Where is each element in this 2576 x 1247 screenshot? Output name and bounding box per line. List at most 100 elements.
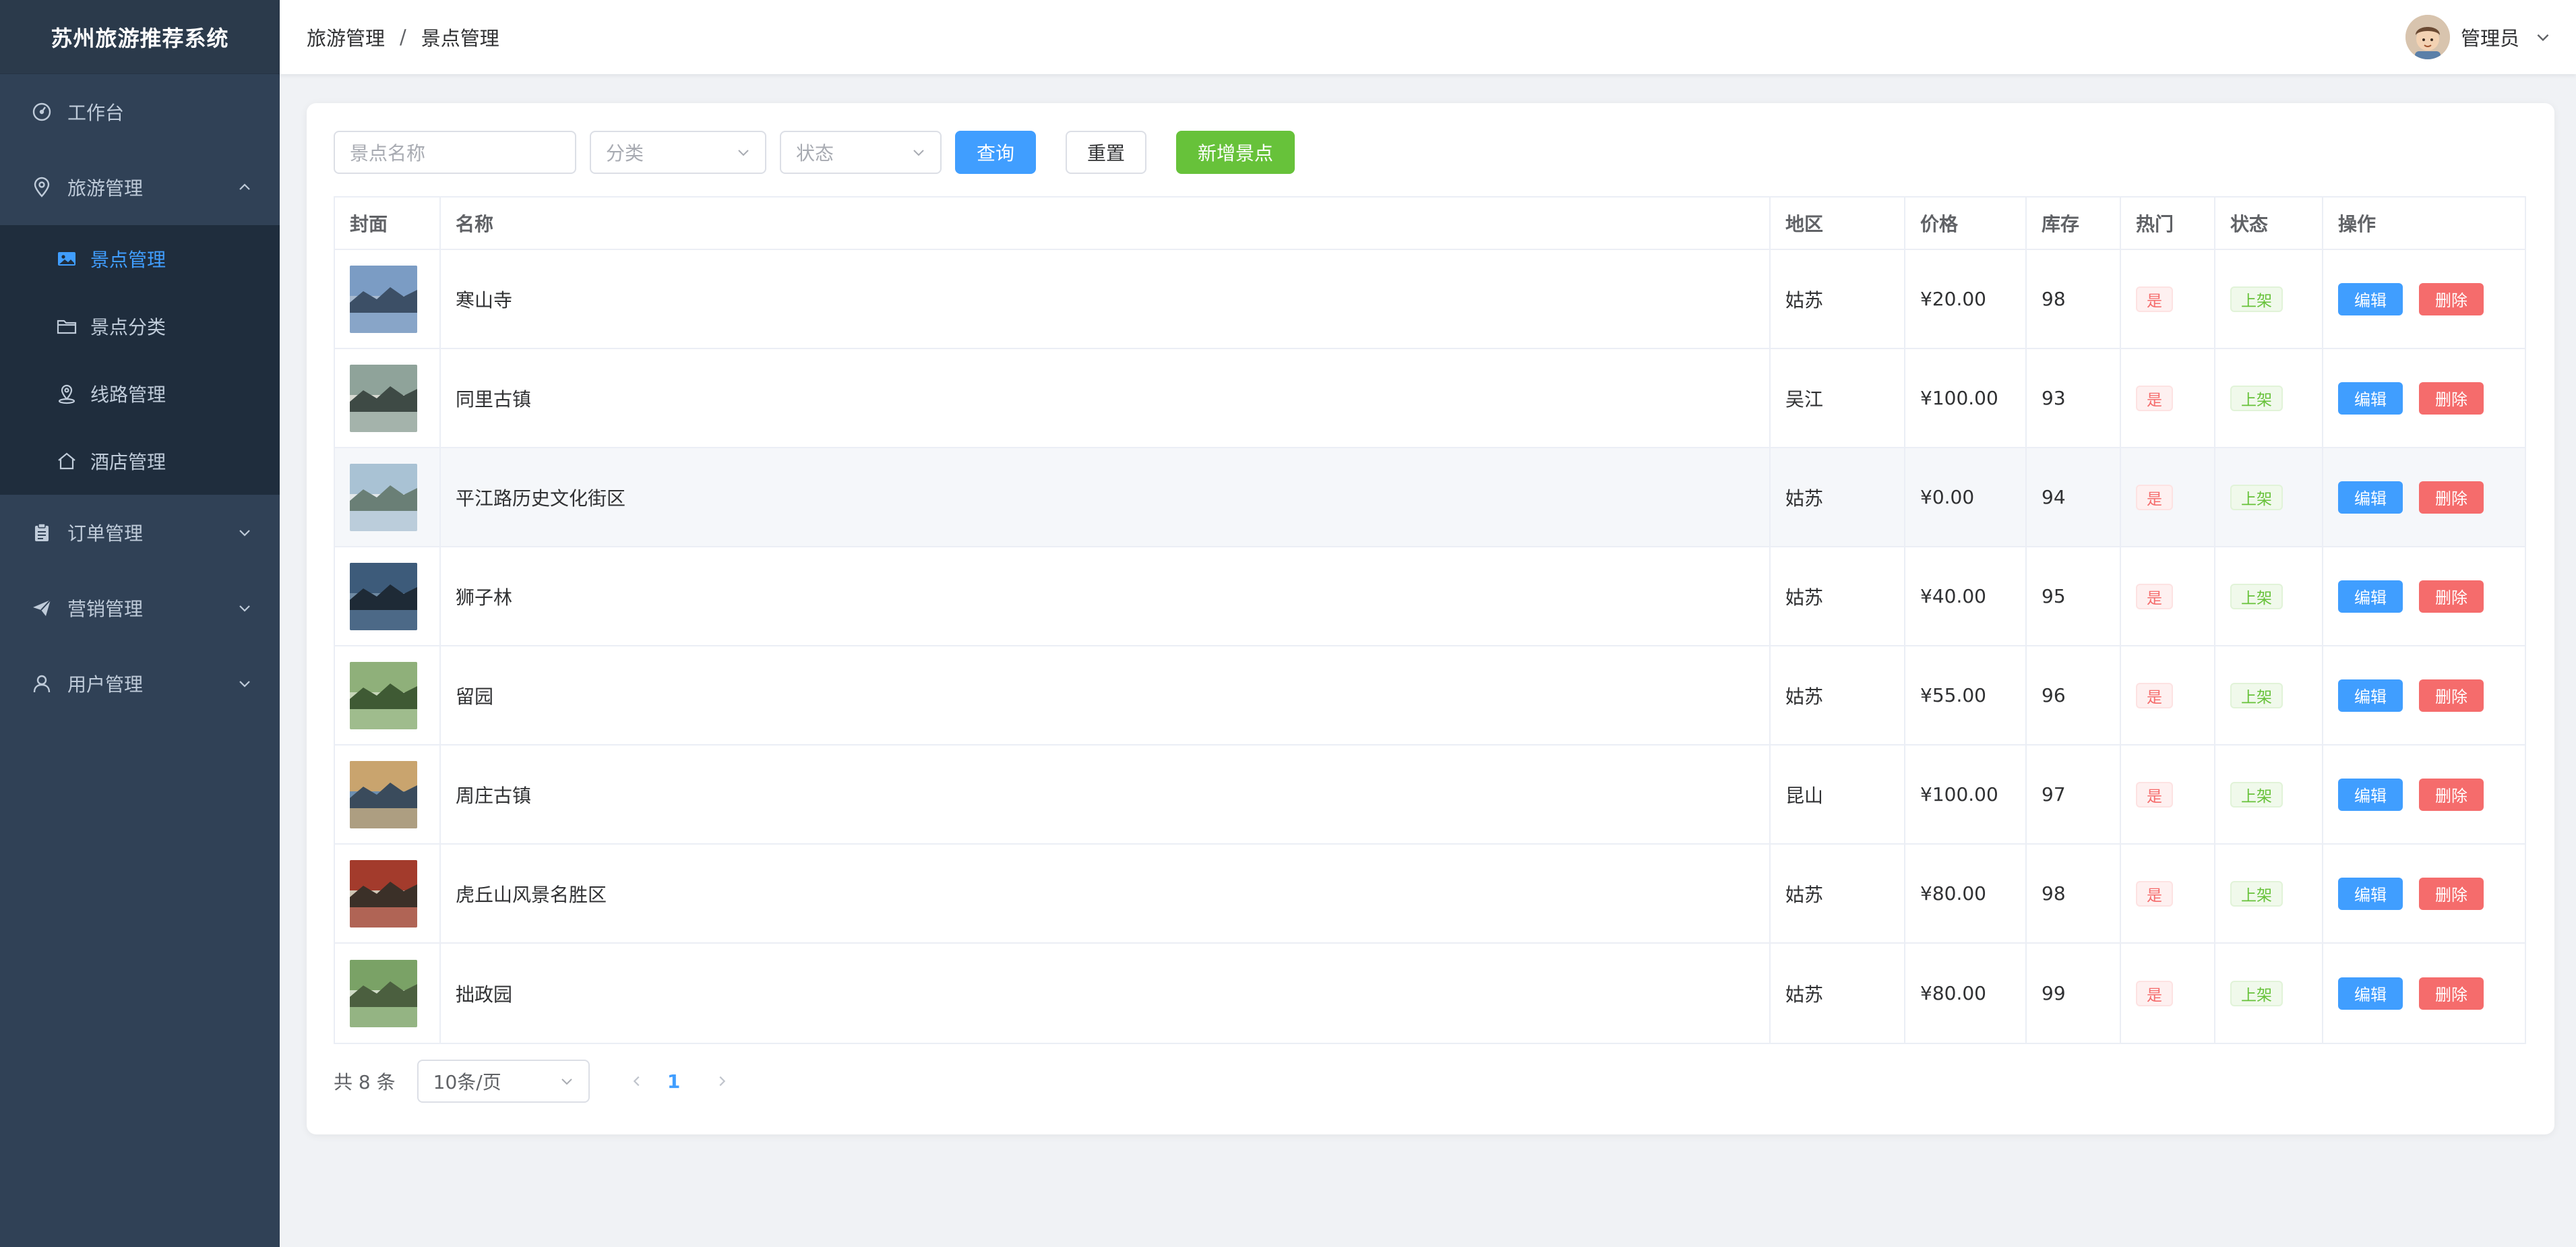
hot-cell: 是 [2121, 547, 2215, 645]
actions-cell: 编辑 删除 [2323, 448, 2525, 546]
column-header-area: 地区 [1771, 197, 1905, 249]
sidebar-submenu-travel: 景点管理 景点分类 线路管理 酒店管理 [0, 225, 280, 495]
stock-cell: 96 [2027, 646, 2121, 744]
area-cell: 吴江 [1771, 349, 1905, 447]
route-pin-icon [55, 382, 78, 405]
edit-button[interactable]: 编辑 [2338, 282, 2403, 315]
cover-cell [335, 250, 441, 348]
cover-cell [335, 448, 441, 546]
area-cell: 姑苏 [1771, 845, 1905, 942]
avatar [2405, 15, 2450, 59]
sidebar-item-orders[interactable]: 订单管理 [0, 495, 280, 570]
hot-badge: 是 [2136, 980, 2173, 1006]
page-number-current[interactable]: 1 [664, 1070, 684, 1093]
table-header-row: 封面 名称 地区 价格 库存 热门 状态 操作 [335, 197, 2525, 250]
breadcrumb-item-travel[interactable]: 旅游管理 [307, 23, 385, 51]
edit-button[interactable]: 编辑 [2338, 679, 2403, 712]
status-cell: 上架 [2215, 250, 2323, 348]
cover-image[interactable] [350, 265, 417, 333]
status-select[interactable]: 状态 [780, 131, 942, 174]
breadcrumb-separator: / [400, 26, 406, 49]
edit-button[interactable]: 编辑 [2338, 580, 2403, 613]
delete-button[interactable]: 删除 [2419, 481, 2484, 514]
attraction-name-input[interactable]: 景点名称 [334, 131, 576, 174]
actions-cell: 编辑 删除 [2323, 547, 2525, 645]
edit-button[interactable]: 编辑 [2338, 481, 2403, 514]
reset-button[interactable]: 重置 [1066, 131, 1146, 174]
cover-image[interactable] [350, 463, 417, 531]
status-cell: 上架 [2215, 746, 2323, 843]
edit-button[interactable]: 编辑 [2338, 382, 2403, 415]
cover-cell [335, 349, 441, 447]
delete-button[interactable]: 删除 [2419, 580, 2484, 613]
sidebar-item-dashboard[interactable]: 工作台 [0, 74, 280, 150]
sidebar-item-label: 景点分类 [90, 316, 166, 338]
page-size-select[interactable]: 10条/页 [417, 1060, 590, 1103]
hot-cell: 是 [2121, 944, 2215, 1043]
edit-button[interactable]: 编辑 [2338, 977, 2403, 1010]
delete-button[interactable]: 删除 [2419, 977, 2484, 1010]
actions-cell: 编辑 删除 [2323, 250, 2525, 348]
cover-image[interactable] [350, 760, 417, 828]
sidebar-item-categories[interactable]: 景点分类 [0, 293, 280, 360]
chevron-left-icon [633, 1076, 640, 1087]
stock-cell: 98 [2027, 250, 2121, 348]
user-menu[interactable]: 管理员 [2405, 0, 2552, 74]
actions-cell: 编辑 删除 [2323, 845, 2525, 942]
price-cell: ¥20.00 [1905, 250, 2027, 348]
picture-icon [55, 247, 78, 270]
sidebar-item-travel[interactable]: 旅游管理 [0, 150, 280, 225]
query-button[interactable]: 查询 [955, 131, 1036, 174]
status-cell: 上架 [2215, 349, 2323, 447]
delete-button[interactable]: 删除 [2419, 679, 2484, 712]
area-cell: 姑苏 [1771, 250, 1905, 348]
status-cell: 上架 [2215, 448, 2323, 546]
sidebar-item-attractions[interactable]: 景点管理 [0, 225, 280, 293]
actions-cell: 编辑 删除 [2323, 349, 2525, 447]
cover-image[interactable] [350, 562, 417, 630]
cover-image[interactable] [350, 661, 417, 729]
name-cell: 拙政园 [441, 944, 1771, 1043]
sidebar-item-hotels[interactable]: 酒店管理 [0, 427, 280, 495]
cover-image[interactable] [350, 859, 417, 927]
edit-button[interactable]: 编辑 [2338, 778, 2403, 811]
hot-badge: 是 [2136, 682, 2173, 708]
paper-plane-icon [30, 596, 54, 620]
delete-button[interactable]: 删除 [2419, 382, 2484, 415]
delete-button[interactable]: 删除 [2419, 877, 2484, 910]
top-header: 旅游管理 / 景点管理 管理员 [280, 0, 2576, 74]
sidebar-item-marketing[interactable]: 营销管理 [0, 570, 280, 646]
add-attraction-button[interactable]: 新增景点 [1176, 131, 1295, 174]
area-cell: 昆山 [1771, 746, 1905, 843]
sidebar-item-label: 用户管理 [67, 673, 144, 696]
cover-image[interactable] [350, 364, 417, 432]
sidebar-item-users[interactable]: 用户管理 [0, 646, 280, 721]
sidebar-item-routes[interactable]: 线路管理 [0, 360, 280, 427]
status-badge: 上架 [2230, 880, 2283, 907]
hot-cell: 是 [2121, 448, 2215, 546]
sidebar-item-label: 线路管理 [90, 384, 166, 406]
edit-button[interactable]: 编辑 [2338, 877, 2403, 910]
table-row: 同里古镇 吴江 ¥100.00 93 是 上架 编辑 删除 [335, 349, 2525, 448]
category-select[interactable]: 分类 [590, 131, 766, 174]
status-badge: 上架 [2230, 484, 2283, 510]
column-header-cover: 封面 [335, 197, 441, 249]
actions-cell: 编辑 删除 [2323, 646, 2525, 744]
chevron-down-icon [561, 1078, 572, 1085]
next-page-button[interactable] [708, 1068, 735, 1095]
delete-button[interactable]: 删除 [2419, 778, 2484, 811]
delete-button[interactable]: 删除 [2419, 282, 2484, 315]
cover-image[interactable] [350, 959, 417, 1027]
cover-cell [335, 944, 441, 1043]
cover-cell [335, 845, 441, 942]
user-icon [30, 671, 54, 696]
hot-badge: 是 [2136, 484, 2173, 510]
hot-cell: 是 [2121, 349, 2215, 447]
price-cell: ¥100.00 [1905, 349, 2027, 447]
stock-cell: 93 [2027, 349, 2121, 447]
status-cell: 上架 [2215, 845, 2323, 942]
prev-page-button[interactable] [623, 1068, 650, 1095]
table-row: 拙政园 姑苏 ¥80.00 99 是 上架 编辑 删除 [335, 944, 2525, 1043]
hot-cell: 是 [2121, 646, 2215, 744]
stock-cell: 95 [2027, 547, 2121, 645]
